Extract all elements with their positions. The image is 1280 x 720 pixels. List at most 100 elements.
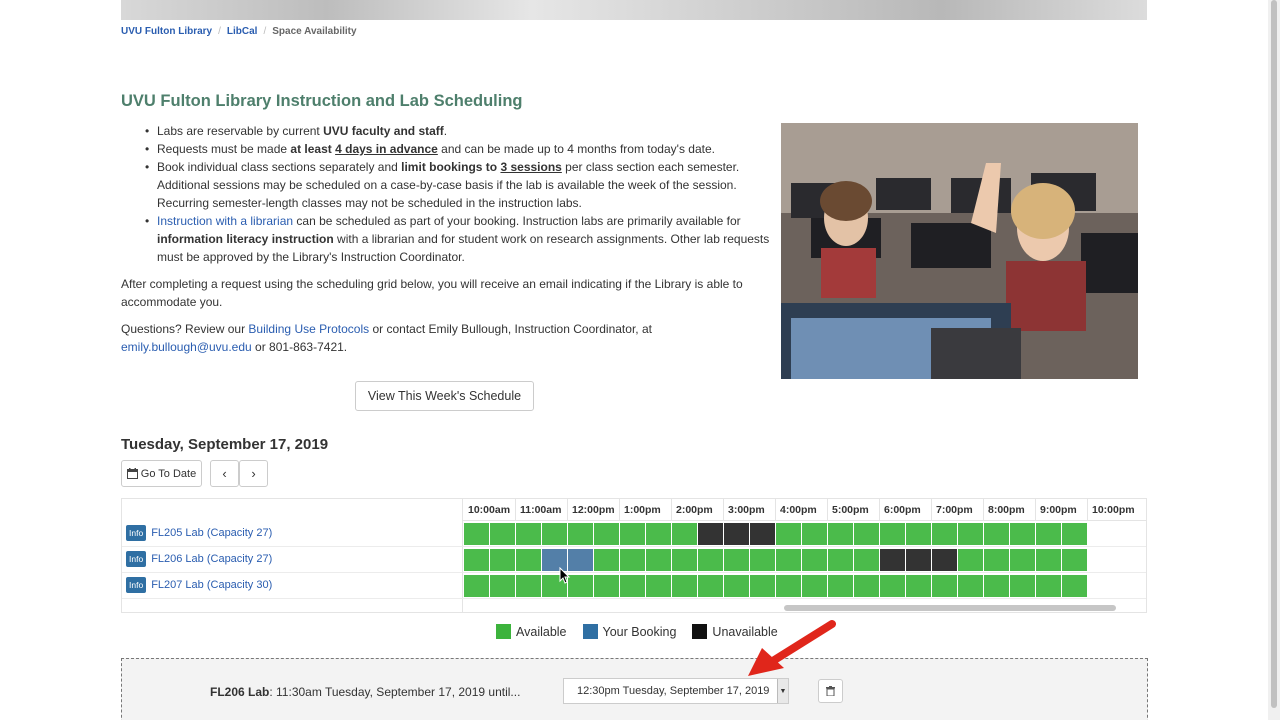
available-slot[interactable] <box>1036 575 1061 597</box>
available-slot[interactable] <box>620 575 645 597</box>
available-slot[interactable] <box>724 549 749 571</box>
available-slot[interactable] <box>594 549 619 571</box>
hour-divider <box>983 499 984 521</box>
available-slot[interactable] <box>828 523 853 545</box>
available-slot[interactable] <box>516 549 541 571</box>
trash-icon <box>826 686 835 696</box>
available-slot[interactable] <box>906 523 931 545</box>
mouse-pointer-icon <box>559 567 571 584</box>
building-protocols-link[interactable]: Building Use Protocols <box>248 322 369 336</box>
available-slot[interactable] <box>698 575 723 597</box>
available-slot[interactable] <box>750 575 775 597</box>
available-slot[interactable] <box>1062 523 1087 545</box>
remove-booking-button[interactable] <box>818 679 843 703</box>
chevron-down-icon[interactable]: ▼ <box>777 679 788 703</box>
breadcrumb-library[interactable]: UVU Fulton Library <box>121 26 212 37</box>
booking-description: FL206 Lab: 11:30am Tuesday, September 17… <box>210 685 520 699</box>
available-slot[interactable] <box>1010 575 1035 597</box>
grid-horizontal-scrollbar[interactable] <box>784 605 1116 611</box>
coordinator-email-link[interactable]: emily.bullough@uvu.edu <box>121 340 252 354</box>
available-slot[interactable] <box>672 549 697 571</box>
instruction-librarian-link[interactable]: Instruction with a librarian <box>157 214 293 228</box>
available-slot[interactable] <box>958 575 983 597</box>
available-slot[interactable] <box>516 523 541 545</box>
available-slot[interactable] <box>802 575 827 597</box>
available-slot[interactable] <box>490 523 515 545</box>
available-slot[interactable] <box>620 523 645 545</box>
available-slot[interactable] <box>568 523 593 545</box>
booking-end-time-select[interactable]: 12:30pm Tuesday, September 17, 2019 ▼ <box>563 678 789 704</box>
available-slot[interactable] <box>672 523 697 545</box>
available-slot[interactable] <box>672 575 697 597</box>
available-slot[interactable] <box>646 575 671 597</box>
available-slot[interactable] <box>620 549 645 571</box>
available-slot[interactable] <box>802 523 827 545</box>
go-to-date-button[interactable]: Go To Date <box>121 460 202 487</box>
available-slot[interactable] <box>1062 575 1087 597</box>
available-slot[interactable] <box>1010 523 1035 545</box>
room-link[interactable]: FL205 Lab (Capacity 27) <box>151 527 272 539</box>
available-slot[interactable] <box>1062 549 1087 571</box>
available-slot[interactable] <box>516 575 541 597</box>
available-slot[interactable] <box>490 549 515 571</box>
scrollbar-thumb[interactable] <box>1271 0 1277 708</box>
available-slot[interactable] <box>698 549 723 571</box>
next-day-button[interactable]: › <box>239 460 268 487</box>
available-slot[interactable] <box>724 575 749 597</box>
hour-label: 4:00pm <box>780 504 817 516</box>
hour-divider <box>1035 499 1036 521</box>
available-slot[interactable] <box>958 549 983 571</box>
available-slot[interactable] <box>490 575 515 597</box>
available-slot[interactable] <box>646 523 671 545</box>
available-slot[interactable] <box>932 575 957 597</box>
available-slot[interactable] <box>464 523 489 545</box>
room-info-button[interactable]: Info <box>126 525 147 541</box>
room-info-button[interactable]: Info <box>126 577 147 593</box>
available-slot[interactable] <box>594 575 619 597</box>
available-slot[interactable] <box>1036 549 1061 571</box>
available-slot[interactable] <box>854 575 879 597</box>
view-week-schedule-button[interactable]: View This Week's Schedule <box>355 381 534 411</box>
room-row-label: Info FL206 Lab (Capacity 27) <box>126 550 272 568</box>
available-slot[interactable] <box>906 575 931 597</box>
available-slot[interactable] <box>776 575 801 597</box>
hour-divider <box>515 499 516 521</box>
hour-divider <box>827 499 828 521</box>
available-slot[interactable] <box>958 523 983 545</box>
room-info-button[interactable]: Info <box>126 551 147 567</box>
available-slot[interactable] <box>854 523 879 545</box>
available-slot[interactable] <box>828 549 853 571</box>
booked-slot[interactable] <box>568 549 593 571</box>
available-slot[interactable] <box>802 549 827 571</box>
available-slot[interactable] <box>542 523 567 545</box>
available-slot[interactable] <box>1010 549 1035 571</box>
available-slot[interactable] <box>464 549 489 571</box>
available-slot[interactable] <box>880 523 905 545</box>
available-slot[interactable] <box>568 575 593 597</box>
available-slot[interactable] <box>750 549 775 571</box>
available-slot[interactable] <box>1036 523 1061 545</box>
available-slot[interactable] <box>464 575 489 597</box>
available-slot[interactable] <box>932 523 957 545</box>
room-link[interactable]: FL207 Lab (Capacity 30) <box>151 579 272 591</box>
breadcrumb-libcal[interactable]: LibCal <box>227 26 258 37</box>
available-slot[interactable] <box>984 549 1009 571</box>
available-slot[interactable] <box>984 575 1009 597</box>
available-slot[interactable] <box>828 575 853 597</box>
previous-day-button[interactable]: ‹ <box>210 460 239 487</box>
note-text: or contact Emily Bullough, Instruction C… <box>369 322 652 336</box>
row-divider <box>122 572 1146 573</box>
available-slot[interactable] <box>776 523 801 545</box>
chevron-right-icon: › <box>251 466 256 481</box>
room-link[interactable]: FL206 Lab (Capacity 27) <box>151 553 272 565</box>
booking-swatch <box>582 624 598 639</box>
rule-bold: limit bookings to <box>401 160 501 174</box>
available-slot[interactable] <box>776 549 801 571</box>
hour-label: 3:00pm <box>728 504 765 516</box>
available-slot[interactable] <box>880 575 905 597</box>
available-slot[interactable] <box>646 549 671 571</box>
page-scrollbar[interactable] <box>1268 0 1280 720</box>
available-slot[interactable] <box>984 523 1009 545</box>
available-slot[interactable] <box>594 523 619 545</box>
available-slot[interactable] <box>854 549 879 571</box>
